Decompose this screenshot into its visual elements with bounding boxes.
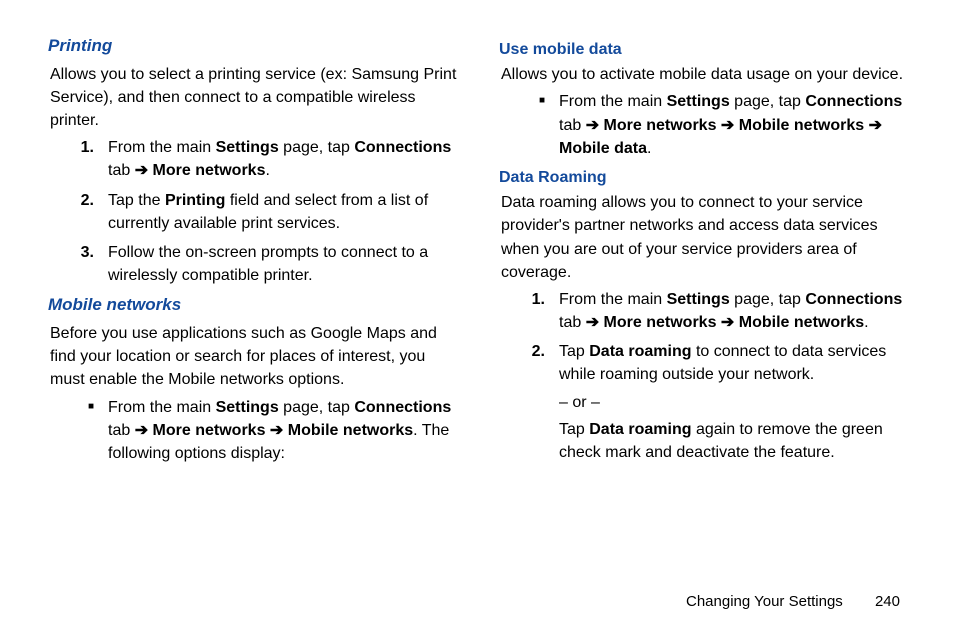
left-column: Printing Allows you to select a printing… <box>48 32 459 593</box>
list-item: 1.From the main Settings page, tap Conne… <box>499 288 910 334</box>
list-item: ■From the main Settings page, tap Connec… <box>499 90 910 160</box>
list-number: 2. <box>499 340 559 464</box>
list-number: 2. <box>48 189 108 235</box>
page: Printing Allows you to select a printing… <box>0 0 954 636</box>
mobile-networks-bullet: ■From the main Settings page, tap Connec… <box>48 396 459 466</box>
heading-data-roaming: Data Roaming <box>499 166 910 189</box>
heading-printing: Printing <box>48 34 459 59</box>
list-item: 2.Tap Data roaming to connect to data se… <box>499 340 910 464</box>
list-number: 1. <box>48 136 108 182</box>
mobile-networks-intro: Before you use applications such as Goog… <box>50 322 459 392</box>
heading-mobile-networks: Mobile networks <box>48 293 459 318</box>
columns: Printing Allows you to select a printing… <box>48 32 910 593</box>
use-mobile-data-bullet: ■From the main Settings page, tap Connec… <box>499 90 910 160</box>
list-number: 3. <box>48 241 108 287</box>
list-item: ■From the main Settings page, tap Connec… <box>48 396 459 466</box>
page-footer: Changing Your Settings 240 <box>48 593 910 616</box>
list-item: 2.Tap the Printing field and select from… <box>48 189 459 235</box>
data-roaming-steps: 1.From the main Settings page, tap Conne… <box>499 288 910 464</box>
list-item: 3.Follow the on-screen prompts to connec… <box>48 241 459 287</box>
list-body: From the main Settings page, tap Connect… <box>108 396 459 466</box>
printing-steps: 1.From the main Settings page, tap Conne… <box>48 136 459 287</box>
use-mobile-data-intro: Allows you to activate mobile data usage… <box>501 63 910 86</box>
list-item: 1.From the main Settings page, tap Conne… <box>48 136 459 182</box>
list-body: Follow the on-screen prompts to connect … <box>108 241 459 287</box>
list-body: Tap the Printing field and select from a… <box>108 189 459 235</box>
list-subline: – or – <box>559 391 910 414</box>
list-body: From the main Settings page, tap Connect… <box>559 288 910 334</box>
bullet-icon: ■ <box>499 90 559 160</box>
data-roaming-intro: Data roaming allows you to connect to yo… <box>501 191 910 284</box>
list-body: From the main Settings page, tap Connect… <box>108 136 459 182</box>
printing-intro: Allows you to select a printing service … <box>50 63 459 133</box>
footer-section: Changing Your Settings <box>686 593 843 610</box>
footer-page-number: 240 <box>875 593 900 610</box>
list-body: From the main Settings page, tap Connect… <box>559 90 910 160</box>
heading-use-mobile-data: Use mobile data <box>499 38 910 61</box>
right-column: Use mobile data Allows you to activate m… <box>499 32 910 593</box>
list-number: 1. <box>499 288 559 334</box>
list-body: Tap Data roaming to connect to data serv… <box>559 340 910 464</box>
bullet-icon: ■ <box>48 396 108 466</box>
list-subline: Tap Data roaming again to remove the gre… <box>559 418 910 464</box>
